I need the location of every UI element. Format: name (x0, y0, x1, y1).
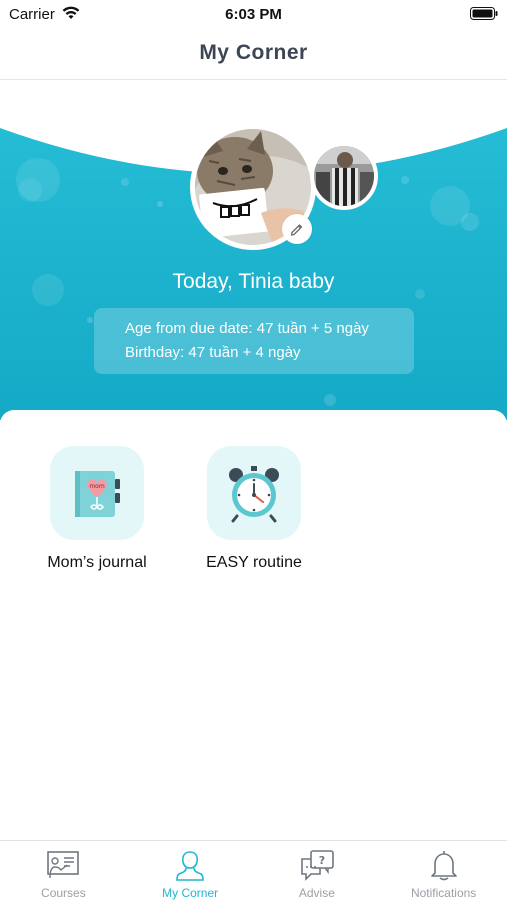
status-time: 6:03 PM (225, 6, 282, 23)
tab-my-corner-label: My Corner (162, 886, 219, 900)
tab-advise-label: Advise (298, 886, 335, 900)
tab-notifications[interactable]: Notifications (380, 841, 507, 900)
alarm-clock-icon (229, 466, 279, 523)
page-title: My Corner (199, 41, 308, 64)
presentation-board-icon (47, 851, 80, 879)
baby-age-info: Age from due date: 47 tuần + 5 ngày Birt… (94, 308, 414, 374)
age-from-due-date: Age from due date: 47 tuần + 5 ngày (125, 320, 369, 337)
easy-routine-button[interactable]: EASY routine (184, 446, 324, 572)
tab-courses-label: Courses (41, 886, 86, 900)
player-photo (314, 146, 374, 206)
battery-icon (470, 7, 498, 20)
feature-tile: mom (50, 446, 144, 540)
tab-my-corner[interactable]: My Corner (127, 841, 254, 900)
tab-bar: Courses My Corner ? Advise Notifications (0, 840, 507, 900)
features-card: mom Mom’s journal EASY routine (0, 410, 507, 840)
status-bar: Carrier 6:03 PM (0, 0, 507, 28)
easy-routine-label: EASY routine (206, 554, 302, 571)
tab-courses[interactable]: Courses (0, 841, 127, 900)
feature-tile (207, 446, 301, 540)
baby-greeting: Today, Tinia baby (172, 270, 335, 293)
profile-header: Today, Tinia baby Age from due date: 47 … (0, 80, 507, 420)
birthday-age: Birthday: 47 tuần + 4 ngày (125, 344, 301, 361)
secondary-avatar[interactable] (310, 142, 378, 210)
tab-notifications-label: Notifications (410, 886, 477, 900)
moms-journal-label: Mom’s journal (47, 554, 147, 571)
moms-journal-button[interactable]: mom Mom’s journal (27, 446, 167, 572)
journal-book-icon: mom (75, 471, 120, 517)
question-chat-icon: ? (301, 850, 334, 881)
svg-text:mom: mom (89, 483, 105, 490)
edit-profile-button[interactable] (282, 214, 312, 244)
svg-text:?: ? (319, 854, 325, 867)
bell-icon (430, 851, 457, 881)
navigation-bar: My Corner (0, 28, 507, 80)
pencil-icon (290, 224, 303, 236)
person-icon (176, 851, 204, 881)
tab-advise[interactable]: ? Advise (254, 841, 381, 900)
